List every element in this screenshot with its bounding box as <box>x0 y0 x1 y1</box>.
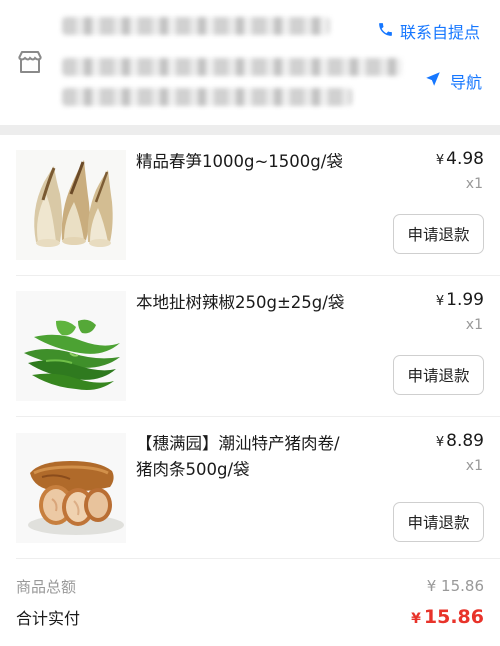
item-quantity: x1 <box>465 176 483 192</box>
refund-request-button[interactable]: 申请退款 <box>393 355 484 395</box>
subtotal-label: 商品总额 <box>16 577 77 596</box>
item-quantity: x1 <box>465 458 483 474</box>
store-icon <box>16 48 44 76</box>
refund-request-button[interactable]: 申请退款 <box>393 214 484 254</box>
item-quantity: x1 <box>465 317 483 333</box>
summary-divider <box>16 558 500 559</box>
price-value: 8.89 <box>446 431 484 451</box>
item-name: 【穗满园】潮汕特产猪肉卷/猪肉条500g/袋 <box>136 434 340 479</box>
store-name-redacted <box>62 17 330 35</box>
order-item: 精品春笋1000g~1500g/袋 ¥4.98 x1 申请退款 <box>0 135 500 275</box>
contact-pickup-point-link[interactable]: 联系自提点 <box>377 19 480 43</box>
navigation-arrow-icon <box>424 70 442 92</box>
bamboo-shoots-image <box>16 150 126 260</box>
total-amount: 15.86 <box>423 606 484 628</box>
total-paid-value: ¥15.86 <box>411 606 484 628</box>
item-price: ¥8.89 <box>436 431 484 451</box>
item-name: 本地扯树辣椒250g±25g/袋 <box>136 293 345 312</box>
order-item: 本地扯树辣椒250g±25g/袋 ¥1.99 x1 申请退款 <box>0 276 500 416</box>
item-name: 精品春笋1000g~1500g/袋 <box>136 152 343 171</box>
navigation-link[interactable]: 导航 <box>424 69 482 93</box>
price-value: 1.99 <box>446 290 484 310</box>
total-paid-label: 合计实付 <box>16 609 81 628</box>
currency-symbol: ¥ <box>435 435 445 450</box>
navigation-label: 导航 <box>449 73 482 92</box>
pickup-point-header: 联系自提点 导航 <box>0 0 500 125</box>
order-items-card: 精品春笋1000g~1500g/袋 ¥4.98 x1 申请退款 本地扯树辣椒25… <box>0 135 500 646</box>
phone-icon <box>377 21 394 42</box>
currency-symbol: ¥ <box>411 611 421 627</box>
store-address-redacted-line-1 <box>62 58 402 76</box>
item-price: ¥1.99 <box>436 290 484 310</box>
pork-roll-image <box>16 433 126 543</box>
currency-symbol: ¥ <box>435 294 445 309</box>
total-paid-row: 合计实付 ¥15.86 <box>16 604 484 630</box>
green-chili-peppers-image <box>16 291 126 401</box>
subtotal-value: ¥ 15.86 <box>426 577 484 595</box>
currency-symbol: ¥ <box>435 153 445 168</box>
store-address-redacted-line-2 <box>62 88 352 106</box>
refund-request-button[interactable]: 申请退款 <box>393 502 484 542</box>
order-item: 【穗满园】潮汕特产猪肉卷/猪肉条500g/袋 ¥8.89 x1 申请退款 <box>0 417 500 558</box>
subtotal-row: 商品总额 ¥ 15.86 <box>16 575 484 597</box>
contact-pickup-point-label: 联系自提点 <box>399 23 480 42</box>
item-price: ¥4.98 <box>436 149 484 169</box>
price-value: 4.98 <box>446 149 484 169</box>
